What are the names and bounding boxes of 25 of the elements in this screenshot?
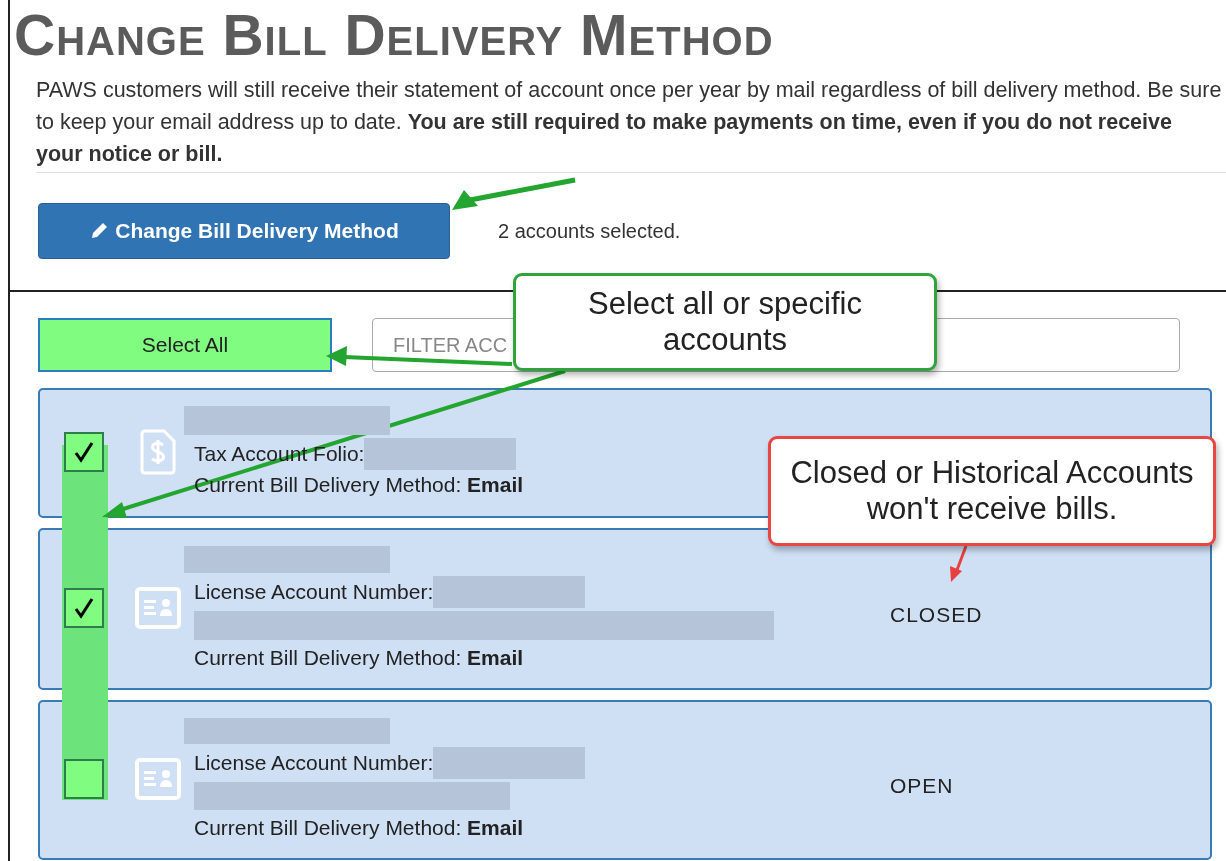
account-number-label: License Account Number: [194, 580, 434, 605]
account-number-label: License Account Number: [194, 751, 434, 776]
dollar-document-icon [138, 428, 178, 476]
arrow [950, 545, 968, 582]
select-all-button[interactable]: Select All [38, 318, 332, 372]
id-card-icon [134, 584, 182, 632]
delivery-method-label: Current Bill Delivery Method: [194, 473, 462, 498]
checkbox[interactable] [64, 588, 104, 628]
callout-tooltip: Closed or Historical Accounts won't receive bills. [768, 436, 1216, 546]
delivery-method: Email [467, 646, 524, 670]
account-status: OPEN [890, 774, 954, 798]
delivery-method: Email [467, 473, 524, 498]
account-status: CLOSED [890, 603, 983, 627]
delivery-method: Email [467, 816, 524, 840]
id-card-icon [134, 755, 182, 803]
delivery-method-label: Current Bill Delivery Method: [194, 816, 462, 840]
change-delivery-button[interactable]: Change Bill Delivery Method [38, 203, 450, 259]
pencil-icon [89, 221, 110, 241]
checkbox[interactable] [64, 759, 104, 799]
callout-tooltip: Select all or specific accounts [513, 273, 937, 371]
checkbox[interactable] [64, 432, 104, 472]
delivery-method-label: Current Bill Delivery Method: [194, 646, 462, 670]
notice-text: PAWS customers will still receive their statement of account once per year by mail regardless of bill delivery method. Be sure to keep your email address up to date. You are still required to make payments on time, even if you do not receive your notice or bill. [36, 74, 1226, 173]
selection-count: 2 accounts selected. [498, 219, 681, 243]
page-title: Change Bill Delivery Method [14, 6, 775, 64]
